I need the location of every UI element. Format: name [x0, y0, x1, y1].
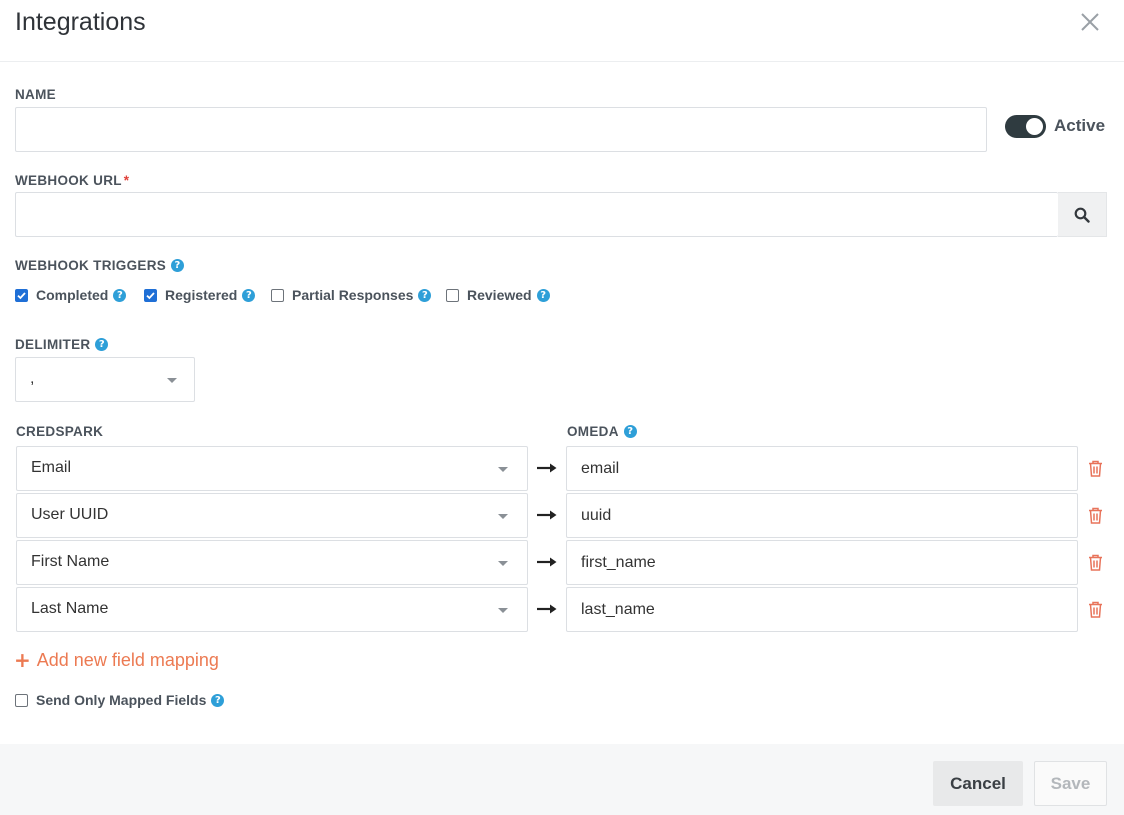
webhook-url-label: WEBHOOK URL *	[15, 173, 130, 188]
chevron-down-icon	[498, 514, 508, 519]
dialog-header: Integrations	[0, 0, 1124, 62]
trigger-reviewed-checkbox[interactable]: Reviewed?	[446, 287, 550, 303]
chevron-down-icon	[167, 378, 177, 383]
arrow-right-icon	[537, 604, 557, 614]
active-toggle[interactable]	[1005, 115, 1046, 138]
credspark-field-select[interactable]: Last Name	[16, 587, 528, 632]
trigger-registered-checkbox[interactable]: Registered?	[144, 287, 256, 303]
search-button[interactable]	[1058, 192, 1107, 237]
credspark-field-select[interactable]: User UUID	[16, 493, 528, 538]
save-button[interactable]: Save	[1034, 761, 1107, 806]
delimiter-label: DELIMITER?	[15, 337, 109, 352]
trash-icon[interactable]	[1088, 460, 1103, 477]
delimiter-select[interactable]: ,	[15, 357, 195, 402]
omeda-field-input[interactable]	[567, 494, 1077, 537]
close-icon[interactable]	[1076, 8, 1104, 36]
omeda-field-input[interactable]	[567, 541, 1077, 584]
send-only-mapped-label: Send Only Mapped Fields	[36, 692, 207, 708]
credspark-field-value: First Name	[31, 553, 110, 570]
name-input[interactable]	[16, 108, 986, 151]
omeda-field[interactable]	[566, 493, 1078, 538]
omeda-field[interactable]	[566, 587, 1078, 632]
name-field[interactable]	[15, 107, 987, 152]
checkbox-unchecked-icon[interactable]	[446, 288, 459, 302]
required-mark: *	[123, 173, 130, 188]
omeda-field-input[interactable]	[567, 588, 1077, 631]
trigger-completed-label: Completed	[36, 287, 109, 303]
credspark-field-select[interactable]: Email	[16, 446, 528, 491]
credspark-field-value: User UUID	[31, 506, 109, 523]
help-icon[interactable]: ?	[171, 259, 185, 272]
chevron-down-icon	[498, 467, 508, 472]
checkbox-unchecked-icon[interactable]	[15, 693, 28, 707]
trash-icon[interactable]	[1088, 554, 1103, 571]
arrow-right-icon	[537, 463, 557, 473]
chevron-down-icon	[498, 608, 508, 613]
trigger-registered-label: Registered	[165, 287, 238, 303]
webhook-url-field[interactable]	[15, 192, 1058, 237]
help-icon[interactable]: ?	[623, 425, 637, 438]
trigger-partial-responses-checkbox[interactable]: Partial Responses?	[271, 287, 432, 303]
name-label: NAME	[15, 87, 56, 102]
search-icon	[1074, 207, 1090, 223]
trash-icon[interactable]	[1088, 601, 1103, 618]
trigger-reviewed-label: Reviewed	[467, 287, 532, 303]
credspark-field-value: Last Name	[31, 600, 109, 617]
trigger-completed-checkbox[interactable]: Completed?	[15, 287, 127, 303]
help-icon[interactable]: ?	[536, 288, 550, 302]
checkbox-checked-icon[interactable]	[15, 288, 28, 302]
help-icon[interactable]: ?	[242, 288, 256, 302]
cancel-button[interactable]: Cancel	[933, 761, 1023, 806]
webhook-url-input[interactable]	[16, 193, 1058, 236]
credspark-column-label: CREDSPARK	[16, 424, 104, 439]
trash-icon[interactable]	[1088, 507, 1103, 524]
checkbox-checked-icon[interactable]	[144, 288, 157, 302]
chevron-down-icon	[498, 561, 508, 566]
arrow-right-icon	[537, 510, 557, 520]
help-icon[interactable]: ?	[113, 288, 127, 302]
trigger-partial-responses-label: Partial Responses	[292, 287, 414, 303]
checkbox-unchecked-icon[interactable]	[271, 288, 284, 302]
credspark-field-select[interactable]: First Name	[16, 540, 528, 585]
active-toggle-label: Active	[1054, 116, 1106, 135]
add-field-mapping-link[interactable]: + Add new field mapping	[14, 648, 219, 672]
help-icon[interactable]: ?	[211, 693, 225, 707]
dialog-title: Integrations	[15, 8, 146, 36]
omeda-field-input[interactable]	[567, 447, 1077, 490]
arrow-right-icon	[537, 557, 557, 567]
webhook-triggers-label: WEBHOOK TRIGGERS?	[15, 258, 185, 273]
omeda-column-label: OMEDA?	[567, 424, 637, 439]
plus-icon: +	[14, 648, 31, 672]
credspark-field-value: Email	[31, 459, 72, 476]
delimiter-value: ,	[30, 370, 35, 387]
omeda-field[interactable]	[566, 446, 1078, 491]
help-icon[interactable]: ?	[418, 288, 432, 302]
omeda-field[interactable]	[566, 540, 1078, 585]
toggle-knob	[1026, 118, 1043, 135]
help-icon[interactable]: ?	[95, 338, 109, 351]
add-field-mapping-label: Add new field mapping	[36, 649, 219, 670]
send-only-mapped-checkbox[interactable]: Send Only Mapped Fields?	[15, 692, 225, 708]
